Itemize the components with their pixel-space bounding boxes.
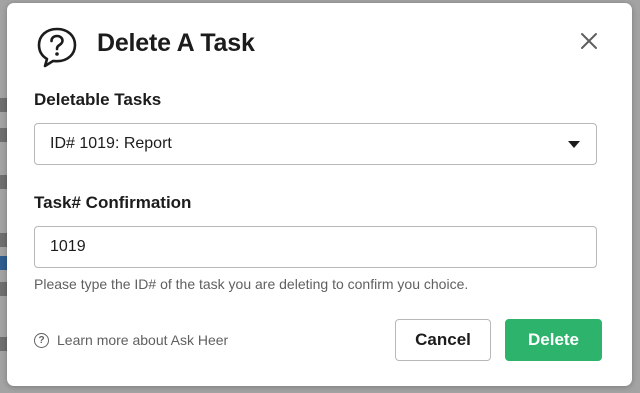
modal-title: Delete A Task	[97, 29, 255, 57]
learn-more-label: Learn more about Ask Heer	[57, 332, 229, 348]
selected-task-value: ID# 1019: Report	[50, 135, 172, 152]
task-confirmation-value: 1019	[50, 238, 86, 255]
learn-more-link[interactable]: ? Learn more about Ask Heer	[34, 332, 228, 348]
help-circle-icon: ?	[34, 332, 49, 348]
task-confirmation-input[interactable]: 1019	[34, 226, 597, 268]
question-bubble-icon	[37, 27, 77, 68]
deletable-tasks-select[interactable]: ID# 1019: Report	[34, 123, 597, 165]
delete-button[interactable]: Delete	[505, 319, 602, 361]
task-confirmation-label: Task# Confirmation	[34, 193, 192, 212]
deletable-tasks-label: Deletable Tasks	[34, 90, 162, 109]
chevron-down-icon	[568, 141, 580, 148]
close-icon[interactable]	[579, 31, 599, 51]
confirmation-help-text: Please type the ID# of the task you are …	[34, 276, 469, 292]
cancel-button[interactable]: Cancel	[395, 319, 491, 361]
delete-task-modal: Delete A Task Deletable Tasks ID# 1019: …	[7, 3, 632, 386]
